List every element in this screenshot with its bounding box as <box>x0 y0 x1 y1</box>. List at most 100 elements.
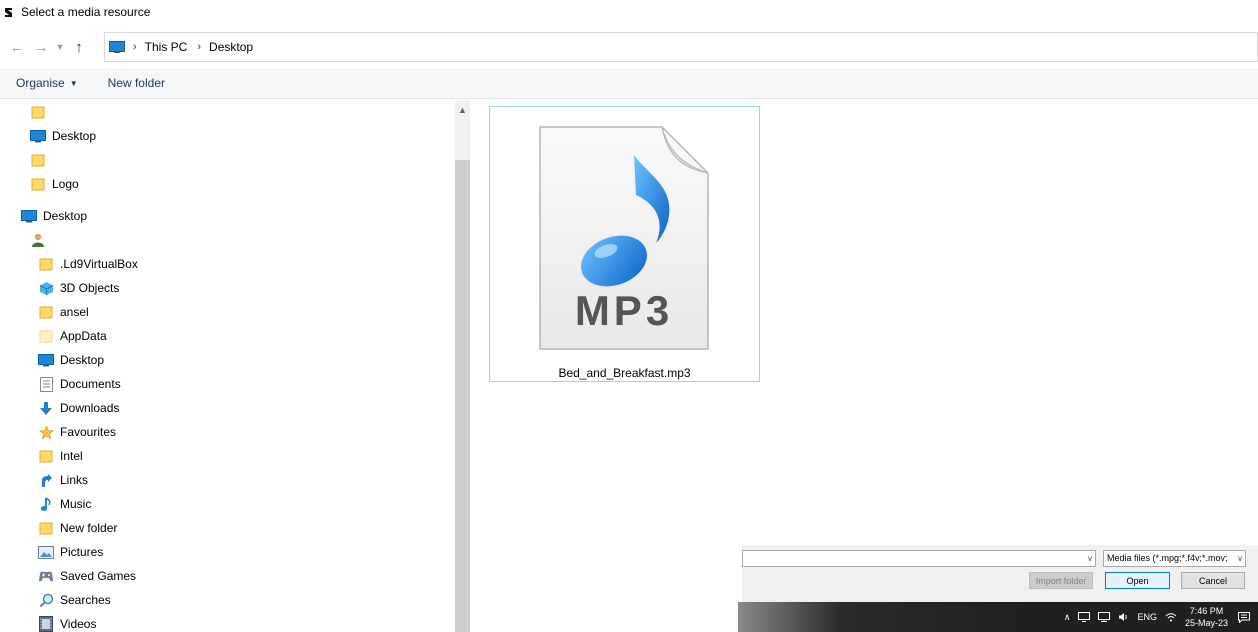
nav-item-videos[interactable]: Videos <box>38 612 96 632</box>
nav-item-label: .Ld9VirtualBox <box>60 257 138 271</box>
nav-item-favourites[interactable]: Favourites <box>38 420 116 444</box>
display-icon[interactable] <box>1098 612 1111 622</box>
scrollbar-thumb[interactable] <box>455 160 470 632</box>
back-arrow-icon[interactable]: ← <box>5 35 29 59</box>
folder-icon <box>30 176 46 192</box>
chevron-down-icon[interactable]: ∨ <box>1235 551 1243 566</box>
folder-icon <box>30 104 46 120</box>
file-type-filter-select[interactable]: Media files (*.mpg;*.f4v;*.mov; ∨ <box>1103 550 1246 567</box>
nav-item-label: Pictures <box>60 545 104 559</box>
breadcrumb-separator-icon: › <box>197 41 202 53</box>
this-pc-icon <box>109 41 125 53</box>
chevron-down-icon: ▼ <box>69 78 78 88</box>
nav-item-searches[interactable]: Searches <box>38 588 111 612</box>
videos-icon <box>38 616 54 632</box>
nav-item-desktop-root[interactable]: Desktop <box>21 204 87 228</box>
nav-item-label: Desktop <box>43 209 88 223</box>
up-arrow-icon[interactable]: ↑ <box>67 35 91 59</box>
scroll-up-arrow-icon[interactable]: ▲ <box>455 102 470 117</box>
breadcrumb-desktop[interactable]: Desktop <box>209 40 253 54</box>
nav-item-label: Documents <box>60 377 121 391</box>
user-icon <box>30 232 46 248</box>
forward-arrow-icon[interactable]: → <box>29 35 53 59</box>
downloads-icon <box>38 400 54 416</box>
nav-item-label: Music <box>60 497 92 511</box>
nav-item-label: Saved Games <box>60 569 137 583</box>
nav-item-appdata[interactable]: AppData <box>38 324 107 348</box>
notifications-icon[interactable] <box>1238 611 1250 623</box>
nav-item-music[interactable]: Music <box>38 492 91 516</box>
nav-item-label: Links <box>60 473 89 487</box>
address-bar[interactable]: › This PC › Desktop <box>104 32 1258 62</box>
network-icon[interactable] <box>1078 612 1091 622</box>
3d-objects-icon <box>38 280 54 296</box>
taskbar: ∧ ENG 7:46 PM 25-May-23 <box>738 602 1258 632</box>
clock-time: 7:46 PM <box>1189 606 1224 616</box>
window-title: Select a media resource <box>21 5 151 19</box>
nav-item[interactable] <box>30 148 52 172</box>
nav-item-label: ansel <box>60 305 89 319</box>
nav-item-label: Favourites <box>60 425 117 439</box>
nav-item-label: Searches <box>60 593 111 607</box>
file-name-combobox[interactable]: ∨ <box>742 550 1096 567</box>
file-name-label: Bed_and_Breakfast.mp3 <box>558 366 691 380</box>
nav-item-desktop[interactable]: Desktop <box>30 124 96 148</box>
recent-locations-chevron-icon[interactable]: ▼ <box>53 35 67 59</box>
navigation-pane: Desktop Logo Desktop .Ld9VirtualBox 3D O… <box>0 100 455 632</box>
nav-item-ld9virtualbox[interactable]: .Ld9VirtualBox <box>38 252 138 276</box>
cancel-button[interactable]: Cancel <box>1181 572 1245 589</box>
links-icon <box>38 472 54 488</box>
nav-item-3d-objects[interactable]: 3D Objects <box>38 276 119 300</box>
wifi-icon[interactable] <box>1165 612 1177 622</box>
nav-item-saved-games[interactable]: Saved Games <box>38 564 136 588</box>
mp3-file-icon: MP3 <box>539 126 709 350</box>
navigation-bar: ← → ▼ ↑ › This PC › Desktop <box>0 32 1258 62</box>
nav-item-label: Desktop <box>60 353 105 367</box>
nav-item-label: AppData <box>60 329 107 343</box>
file-type-label: MP3 <box>575 287 673 334</box>
nav-item-label: Intel <box>60 449 83 463</box>
nav-item-label: 3D Objects <box>60 281 120 295</box>
app-icon <box>4 6 14 18</box>
file-item[interactable]: MP3 Bed_and_Breakfast.mp3 <box>489 106 760 382</box>
volume-icon[interactable] <box>1118 612 1129 622</box>
nav-item-intel[interactable]: Intel <box>38 444 83 468</box>
nav-item-label: Videos <box>60 617 97 631</box>
folder-icon <box>38 304 54 320</box>
nav-item-new-folder[interactable]: New folder <box>38 516 117 540</box>
open-button[interactable]: Open <box>1105 572 1170 589</box>
folder-icon <box>38 448 54 464</box>
desktop-icon <box>38 352 54 368</box>
nav-item-pictures[interactable]: Pictures <box>38 540 103 564</box>
nav-item-downloads[interactable]: Downloads <box>38 396 119 420</box>
organise-label: Organise <box>16 76 65 90</box>
organise-button[interactable]: Organise ▼ <box>16 76 78 90</box>
nav-pane-scrollbar[interactable]: ▲ <box>455 100 470 632</box>
pictures-icon <box>38 544 54 560</box>
nav-item-label: Desktop <box>52 129 97 143</box>
nav-item-desktop-user[interactable]: Desktop <box>38 348 104 372</box>
clock[interactable]: 7:46 PM 25-May-23 <box>1185 605 1228 629</box>
command-bar: Organise ▼ New folder <box>0 68 1258 99</box>
nav-item-documents[interactable]: Documents <box>38 372 121 396</box>
music-icon <box>38 496 54 512</box>
language-indicator[interactable]: ENG <box>1137 612 1157 622</box>
new-folder-button[interactable]: New folder <box>108 76 165 90</box>
breadcrumb-this-pc[interactable]: This PC <box>145 40 188 54</box>
nav-item-links[interactable]: Links <box>38 468 88 492</box>
clock-date: 25-May-23 <box>1184 618 1228 628</box>
chevron-down-icon[interactable]: ∨ <box>1087 551 1093 567</box>
documents-icon <box>38 376 54 392</box>
folder-icon <box>38 328 54 344</box>
desktop-icon <box>21 208 37 224</box>
show-hidden-icons-chevron-icon[interactable]: ∧ <box>1064 612 1071 623</box>
nav-item[interactable] <box>30 100 52 124</box>
nav-item-user[interactable] <box>30 228 52 252</box>
saved-games-icon <box>38 568 54 584</box>
import-folder-button[interactable]: Import folder <box>1029 572 1093 589</box>
nav-item-ansel[interactable]: ansel <box>38 300 89 324</box>
desktop-icon <box>30 128 46 144</box>
nav-item-logo[interactable]: Logo <box>30 172 79 196</box>
search-icon <box>38 592 54 608</box>
breadcrumb-separator-icon: › <box>133 41 137 53</box>
